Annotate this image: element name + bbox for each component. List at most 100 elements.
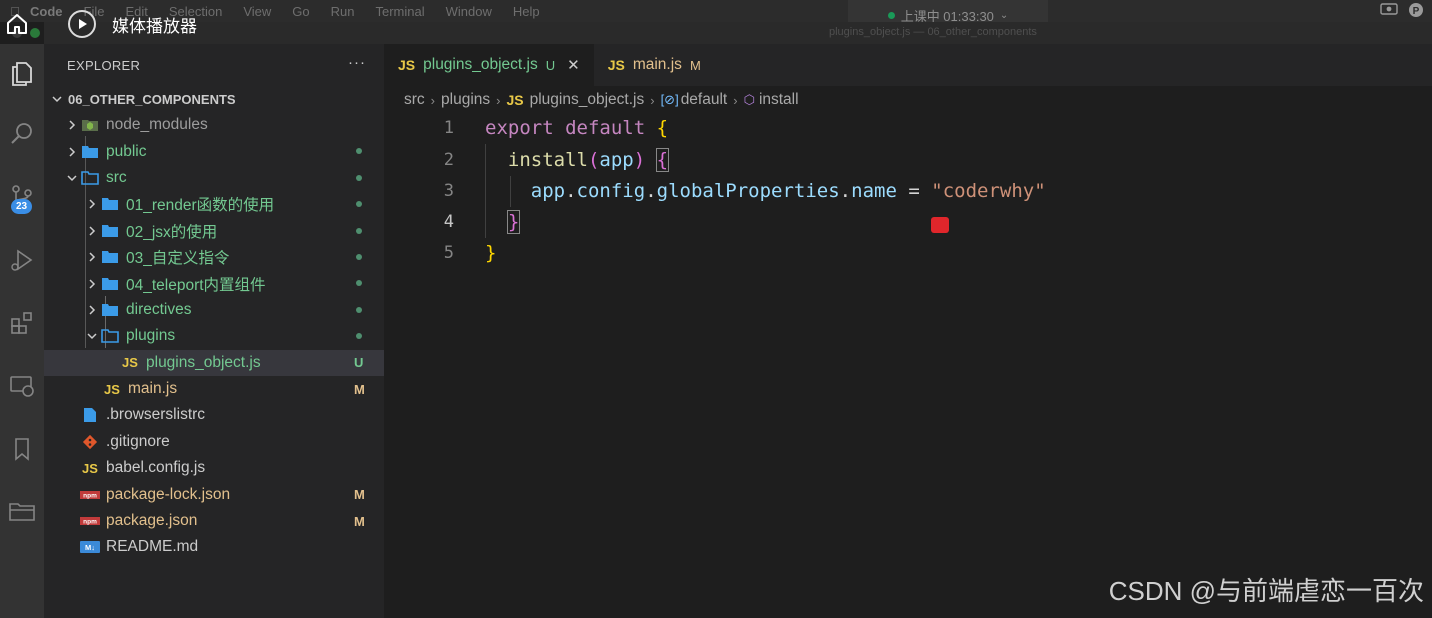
live-dot-icon: [887, 11, 895, 19]
folder-icon: [100, 303, 120, 317]
source-control-badge: 23: [11, 199, 33, 214]
watermark: CSDN @与前端虐恋一百次: [1108, 576, 1424, 606]
untracked-dot: [356, 174, 362, 181]
javascript-file-icon: JS: [607, 57, 625, 73]
node-folder-icon: [80, 118, 100, 132]
explorer-header: EXPLORER ···: [44, 44, 384, 86]
chevron-down-icon: ⌄: [999, 9, 1009, 21]
menu-terminal[interactable]: Terminal: [376, 4, 425, 19]
chevron-right-icon: [84, 199, 100, 209]
tree-item-label: plugins: [126, 327, 176, 345]
tree-item-label: .gitignore: [106, 432, 170, 450]
javascript-file-icon: JS: [82, 460, 98, 476]
tree-item-main-js[interactable]: JS main.js M: [44, 376, 384, 402]
tree-item-label: plugins_object.js: [146, 353, 261, 371]
breadcrumb-item-src[interactable]: src: [404, 91, 425, 109]
tree-item-plugins-object-js[interactable]: JS plugins_object.js U: [44, 349, 384, 376]
tree-item-package-lock[interactable]: npm package-lock.json M: [44, 481, 384, 507]
tree-item-readme[interactable]: M↓ README.md: [44, 534, 384, 560]
extensions-icon[interactable]: [0, 303, 44, 343]
breadcrumb-item-file[interactable]: plugins_object.js: [530, 91, 645, 109]
tree-item-babel-config[interactable]: JS babel.config.js: [44, 455, 384, 481]
workspace-section[interactable]: 06_OTHER_COMPONENTS: [44, 86, 384, 112]
javascript-file-icon: JS: [104, 381, 120, 397]
bookmark-icon[interactable]: [0, 429, 44, 469]
home-icon[interactable]: [0, 7, 34, 41]
search-icon[interactable]: [0, 114, 44, 154]
line-number: 3: [443, 180, 454, 201]
code-text: install(app) {: [507, 147, 670, 172]
code-editor[interactable]: 1 export default { 2 install(app) { 3 ap…: [384, 112, 1432, 618]
tree-item-03-directives[interactable]: 03_自定义指令: [44, 244, 384, 270]
tree-item-02-jsx[interactable]: 02_jsx的使用: [44, 218, 384, 244]
menu-view[interactable]: View: [243, 4, 271, 19]
explorer-title: EXPLORER: [67, 57, 141, 73]
svg-text:npm: npm: [83, 492, 97, 499]
line-number: 2: [443, 149, 454, 170]
line-number: 5: [443, 242, 454, 263]
npm-icon: npm: [80, 490, 100, 499]
chevron-right-icon: ›: [650, 92, 655, 108]
menu-window[interactable]: Window: [446, 4, 492, 19]
menu-go[interactable]: Go: [292, 4, 309, 19]
tree-item-node-modules[interactable]: node_modules: [44, 112, 384, 138]
tree-item-label: .browserslistrc: [106, 406, 206, 424]
menu-run[interactable]: Run: [331, 4, 355, 19]
tree-item-label: directives: [126, 300, 192, 318]
explorer-icon[interactable]: [0, 52, 44, 92]
tab-label: plugins_object.js: [423, 56, 538, 73]
git-status-modified: M: [354, 487, 365, 503]
activity-bar: 23: [0, 44, 44, 618]
tree-item-gitignore[interactable]: .gitignore: [44, 429, 384, 455]
screen-record-icon[interactable]: [1380, 2, 1398, 21]
untracked-dot: [356, 148, 362, 155]
media-player-overlay: 媒体播放器: [0, 6, 197, 42]
chevron-right-icon: [84, 226, 100, 236]
recording-indicator: [931, 217, 949, 233]
run-debug-icon[interactable]: [0, 240, 44, 280]
folder-icon[interactable]: [0, 491, 44, 531]
tab-plugins-object-js[interactable]: JS plugins_object.js U ✕: [384, 44, 594, 86]
folder-open-icon: [100, 329, 120, 344]
tree-item-04-teleport[interactable]: 04_teleport内置组件: [44, 270, 384, 296]
markdown-icon: M↓: [80, 541, 100, 554]
more-actions-icon[interactable]: ···: [348, 54, 366, 71]
tab-label: main.js: [632, 56, 682, 73]
close-icon[interactable]: ✕: [567, 56, 580, 74]
code-line-4: 4 }: [384, 206, 1432, 237]
paypal-icon[interactable]: P: [1408, 2, 1424, 21]
tree-item-01-render[interactable]: 01_render函数的使用: [44, 191, 384, 217]
tree-item-src[interactable]: src: [44, 165, 384, 191]
chevron-down-icon: [64, 174, 80, 182]
untracked-dot: [356, 280, 362, 287]
play-icon[interactable]: [68, 10, 96, 38]
tree-item-browserslistrc[interactable]: .browserslistrc: [44, 402, 384, 428]
tree-item-public[interactable]: public: [44, 138, 384, 164]
tree-item-label: 01_render函数的使用: [126, 197, 275, 215]
folder-icon: [100, 224, 120, 238]
npm-icon: npm: [80, 517, 100, 526]
matched-bracket: {: [655, 147, 670, 172]
svg-text:P: P: [1413, 6, 1420, 17]
breadcrumb-item-default[interactable]: default: [681, 91, 728, 109]
tree-item-package-json[interactable]: npm package.json M: [44, 508, 384, 534]
untracked-dot: [356, 333, 362, 340]
tree-item-directives[interactable]: directives: [44, 297, 384, 323]
menu-help[interactable]: Help: [513, 4, 540, 19]
javascript-file-icon: JS: [506, 92, 524, 108]
javascript-file-icon: JS: [122, 355, 138, 371]
breadcrumb-item-plugins[interactable]: plugins: [441, 91, 490, 109]
untracked-dot: [356, 253, 362, 260]
remote-explorer-icon[interactable]: [0, 366, 44, 406]
breadcrumb-item-install[interactable]: install: [759, 91, 799, 109]
tree-item-plugins[interactable]: plugins: [44, 323, 384, 349]
tree-item-label: main.js: [128, 380, 178, 398]
file-icon: [80, 407, 100, 423]
chevron-right-icon: ›: [496, 92, 501, 108]
folder-icon: [100, 197, 120, 211]
tree-item-label: package.json: [106, 512, 198, 530]
tab-main-js[interactable]: JS main.js M: [594, 44, 715, 86]
tree-item-label: babel.config.js: [106, 459, 206, 477]
chevron-right-icon: [64, 147, 80, 157]
method-symbol-icon: ⬡: [743, 92, 755, 107]
